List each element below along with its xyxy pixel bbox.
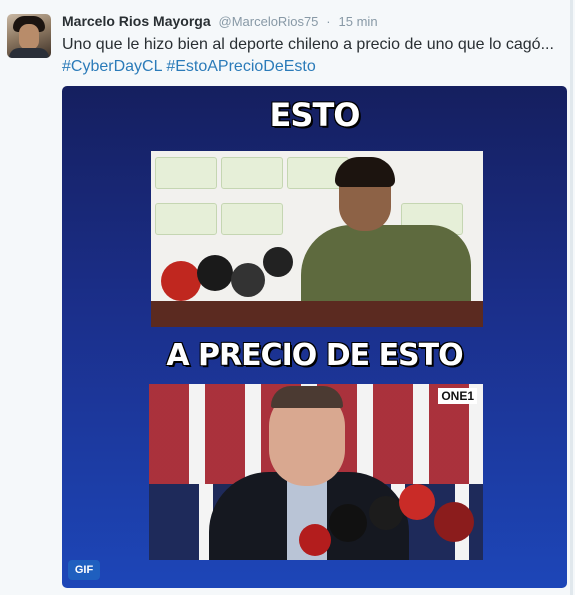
gif-badge: GIF xyxy=(68,560,100,580)
avatar-shirt xyxy=(9,48,49,58)
avatar-face xyxy=(19,24,39,50)
photo-top xyxy=(151,151,483,327)
microphone xyxy=(369,496,403,530)
tweet-body: Uno que le hizo bien al deporte chileno … xyxy=(62,36,554,53)
username[interactable]: @MarceloRios75 xyxy=(219,14,319,29)
man-hair xyxy=(271,386,343,408)
caption-bottom: A PRECIO DE ESTO xyxy=(166,338,463,373)
microphone xyxy=(329,504,367,542)
media-gif[interactable]: ESTO A PRECIO DE ESTO ONE1 GIF xyxy=(62,86,567,588)
tweet[interactable]: Marcelo Rios Mayorga @MarceloRios75 · 15… xyxy=(0,0,575,595)
microphone xyxy=(434,502,474,542)
timeline-border xyxy=(570,0,573,595)
microphone xyxy=(197,255,233,291)
channel-logo: ONE1 xyxy=(438,388,477,404)
microphone xyxy=(231,263,265,297)
timestamp[interactable]: 15 min xyxy=(339,14,378,29)
hashtag-cyberday[interactable]: #CyberDayCL xyxy=(62,58,162,75)
sponsor-logo xyxy=(221,203,283,235)
microphone xyxy=(399,484,435,520)
separator-dot: · xyxy=(326,14,331,29)
man-hair xyxy=(335,157,395,187)
microphone xyxy=(161,261,201,301)
microphone xyxy=(263,247,293,277)
hashtag-estoaprecio[interactable]: #EstoAPrecioDeEsto xyxy=(166,58,315,75)
tweet-header: Marcelo Rios Mayorga @MarceloRios75 · 15… xyxy=(62,13,378,31)
tweet-text: Uno que le hizo bien al deporte chileno … xyxy=(62,34,562,78)
sponsor-logo xyxy=(155,157,217,189)
microphone xyxy=(299,524,331,556)
sponsor-logo xyxy=(221,157,283,189)
photo-bottom: ONE1 xyxy=(149,384,483,560)
fullname[interactable]: Marcelo Rios Mayorga xyxy=(62,13,211,29)
avatar[interactable] xyxy=(7,14,51,58)
caption-top: ESTO xyxy=(269,96,361,134)
press-table xyxy=(151,301,483,327)
sponsor-logo xyxy=(155,203,217,235)
